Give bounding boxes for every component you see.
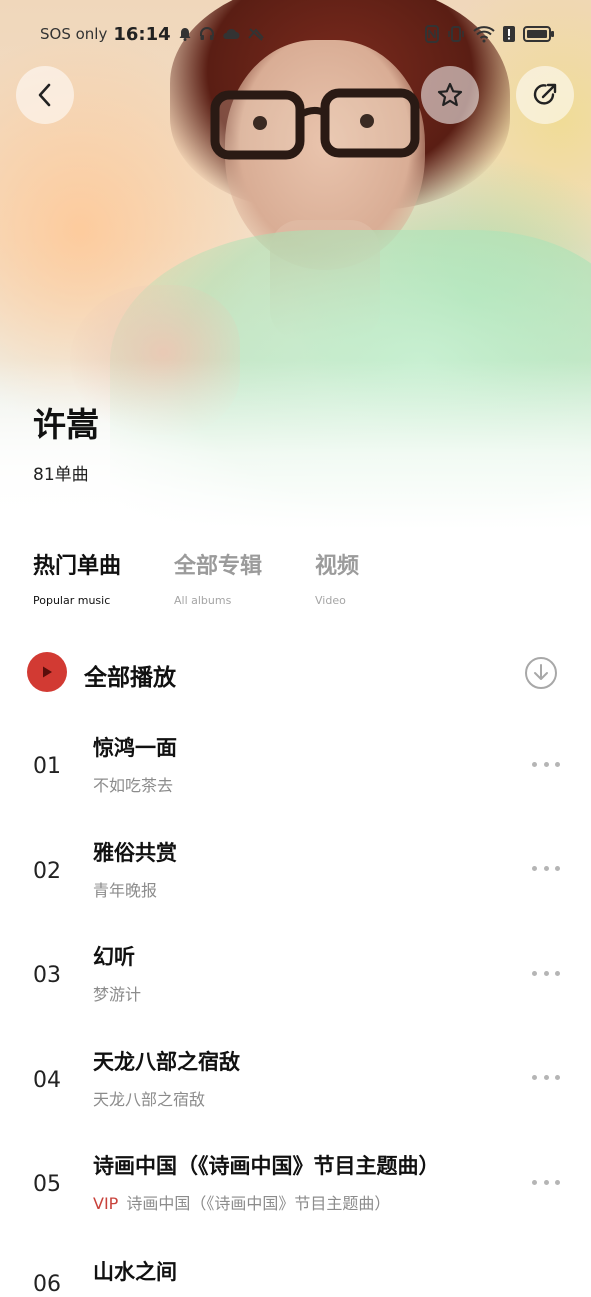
chevron-left-icon bbox=[38, 83, 51, 107]
song-album: 不如吃茶去 bbox=[93, 772, 173, 796]
clock: 16:14 bbox=[113, 23, 171, 45]
tab-label: 热门单曲 bbox=[33, 554, 122, 579]
signal-off-icon bbox=[247, 28, 264, 41]
track-number: 05 bbox=[33, 1172, 61, 1197]
play-all-row[interactable]: 全部播放 bbox=[0, 648, 591, 698]
more-options-button[interactable] bbox=[532, 1170, 560, 1194]
artist-name: 许嵩 bbox=[33, 405, 99, 444]
bell-icon bbox=[179, 28, 191, 41]
album-name: 梦游计 bbox=[93, 985, 142, 1004]
song-row[interactable]: 02 雅俗共赏 青年晚报 bbox=[0, 817, 591, 922]
song-row[interactable]: 05 诗画中国（《诗画中国》节目主题曲） VIP 诗画中国（《诗画中国》节目主题曲… bbox=[0, 1130, 591, 1235]
status-bar: SOS only 16:14 bbox=[0, 20, 591, 48]
song-title: 诗画中国（《诗画中国》节目主题曲） bbox=[93, 1154, 440, 1178]
tab-label: 视频 bbox=[315, 554, 360, 579]
tab-sublabel: Video bbox=[315, 594, 346, 607]
share-button[interactable] bbox=[516, 66, 574, 124]
song-title: 惊鸿一面 bbox=[93, 736, 177, 760]
track-number: 01 bbox=[33, 754, 61, 779]
tab-sublabel: All albums bbox=[174, 594, 232, 607]
share-icon bbox=[533, 83, 557, 105]
song-title: 幻听 bbox=[93, 945, 135, 969]
song-title: 天龙八部之宿敌 bbox=[93, 1049, 240, 1074]
more-options-button[interactable] bbox=[532, 857, 560, 881]
favorite-button[interactable] bbox=[421, 66, 479, 124]
cloud-icon bbox=[222, 28, 240, 39]
song-title[interactable]: 山水之间 bbox=[93, 1256, 177, 1286]
song-album: 青年晚报 bbox=[93, 877, 157, 901]
tab-label: 全部专辑 bbox=[174, 554, 263, 579]
headphones-icon bbox=[199, 27, 214, 40]
play-all-button[interactable] bbox=[27, 652, 67, 692]
album-name: 不如吃茶去 bbox=[93, 776, 174, 795]
tab-all-albums[interactable]: 全部专辑 All albums bbox=[174, 548, 262, 607]
glasses-illustration bbox=[210, 88, 420, 160]
tab-video[interactable]: 视频 Video bbox=[315, 548, 359, 607]
song-album: 天龙八部之宿敌 bbox=[93, 1086, 205, 1110]
vip-badge: VIP bbox=[93, 1194, 119, 1213]
sim-alert-icon bbox=[503, 26, 515, 42]
track-number: 06 bbox=[33, 1272, 61, 1297]
song-row[interactable]: 03 幻听 梦游计 bbox=[0, 921, 591, 1026]
star-icon bbox=[437, 82, 463, 107]
play-all-label[interactable]: 全部播放 bbox=[84, 658, 176, 692]
album-name: 青年晚报 bbox=[93, 880, 158, 900]
song-album: VIP 诗画中国（《诗画中国》节目主题曲） bbox=[93, 1190, 390, 1214]
artist-hero-image bbox=[0, 0, 591, 530]
album-name: 天龙八部之宿敌 bbox=[93, 1089, 206, 1109]
song-count: 81单曲 bbox=[33, 465, 89, 485]
song-album: 梦游计 bbox=[93, 981, 141, 1005]
more-options-button[interactable] bbox=[532, 1066, 560, 1090]
track-number: 03 bbox=[33, 963, 61, 988]
song-row[interactable]: 01 惊鸿一面 不如吃茶去 bbox=[0, 712, 591, 817]
play-icon bbox=[43, 666, 52, 678]
tab-sublabel: Popular music bbox=[33, 594, 111, 607]
network-status: SOS only bbox=[40, 25, 108, 43]
track-number: 04 bbox=[33, 1067, 61, 1093]
tab-popular-music[interactable]: 热门单曲 Popular music bbox=[33, 548, 121, 607]
track-number: 02 bbox=[33, 858, 61, 884]
album-name: 诗画中国（《诗画中国》节目主题曲） bbox=[126, 1194, 391, 1213]
nfc-icon bbox=[425, 25, 439, 43]
battery-icon bbox=[523, 26, 554, 42]
more-options-button[interactable] bbox=[532, 752, 560, 776]
more-options-button[interactable] bbox=[532, 961, 560, 985]
wifi-icon bbox=[473, 26, 495, 43]
download-icon[interactable] bbox=[524, 656, 558, 690]
back-button[interactable] bbox=[16, 66, 74, 124]
vibrate-icon bbox=[448, 26, 464, 42]
song-row[interactable]: 04 天龙八部之宿敌 天龙八部之宿敌 bbox=[0, 1026, 591, 1131]
song-title: 雅俗共赏 bbox=[93, 840, 177, 865]
song-list: 01 惊鸿一面 不如吃茶去 02 雅俗共赏 青年晚报 03 幻听 梦游计 04 … bbox=[0, 712, 591, 1235]
